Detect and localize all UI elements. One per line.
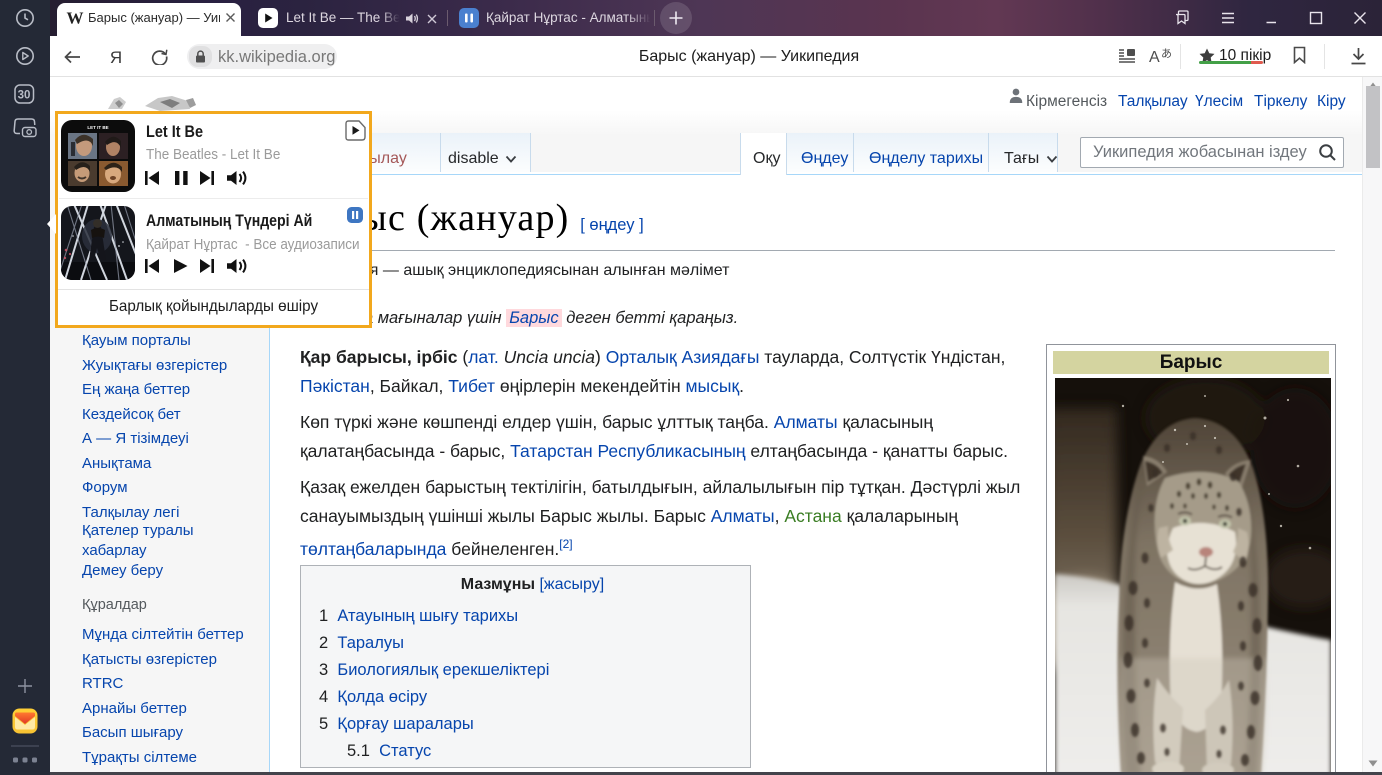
svg-text:30: 30 (18, 90, 31, 102)
svg-text:W: W (67, 9, 84, 27)
svg-text:A: A (1149, 49, 1160, 65)
svg-text:LET IT BE: LET IT BE (87, 125, 108, 130)
svg-text:あ: あ (1161, 47, 1171, 60)
svg-text:Я: Я (110, 48, 122, 66)
